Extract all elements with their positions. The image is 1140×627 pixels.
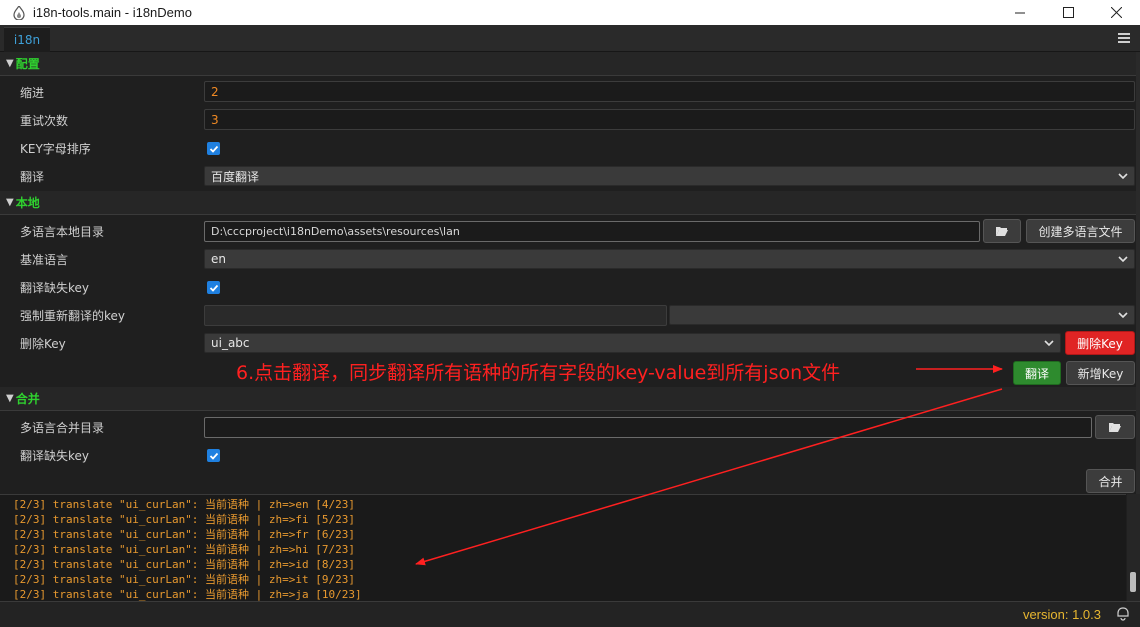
chevron-down-icon	[1044, 340, 1054, 347]
tab-bar: i18n	[0, 25, 1140, 52]
merge-dir-label: 多语言合并目录	[20, 421, 105, 435]
section-merge-title: 合并	[15, 392, 40, 406]
translate-button[interactable]: 翻译	[1013, 361, 1061, 385]
close-button[interactable]	[1092, 0, 1140, 25]
browse-local-dir-button[interactable]	[983, 219, 1021, 243]
status-footer: version: 1.0.3	[0, 601, 1140, 627]
folder-open-icon	[996, 227, 1008, 236]
indent-label: 缩进	[20, 86, 45, 100]
force-key-input[interactable]	[204, 305, 667, 326]
log-scrollbar-thumb[interactable]	[1130, 572, 1136, 592]
window-titlebar: i18n-tools.main - i18nDemo	[0, 0, 1140, 25]
folder-open-icon	[1109, 423, 1121, 432]
log-line: [2/3] translate "ui_curLan": 当前语种 | zh=>…	[13, 543, 356, 556]
retry-label: 重试次数	[20, 114, 69, 128]
section-local-header[interactable]: ▼ 本地	[0, 191, 1136, 215]
section-config-title: 配置	[15, 57, 40, 71]
force-key-select[interactable]	[669, 305, 1135, 325]
add-key-button[interactable]: 新增Key	[1066, 361, 1135, 385]
log-line: [2/3] translate "ui_curLan": 当前语种 | zh=>…	[13, 498, 356, 511]
chevron-down-icon	[1118, 312, 1128, 319]
log-line: [2/3] translate "ui_curLan": 当前语种 | zh=>…	[13, 528, 356, 541]
menu-icon[interactable]	[1118, 33, 1130, 44]
minimize-button[interactable]	[996, 0, 1044, 25]
create-lang-files-button[interactable]: 创建多语言文件	[1026, 219, 1135, 243]
sort-label: KEY字母排序	[20, 142, 91, 156]
indent-input[interactable]: 2	[204, 81, 1135, 102]
section-merge-header[interactable]: ▼ 合并	[0, 387, 1136, 411]
missing-key-label: 翻译缺失key	[20, 281, 90, 295]
merge-missing-key-checkbox[interactable]	[207, 449, 220, 462]
browse-merge-dir-button[interactable]	[1095, 415, 1135, 439]
close-icon	[1110, 7, 1122, 18]
minimize-icon	[1014, 12, 1025, 14]
delete-key-value: ui_abc	[211, 336, 250, 350]
log-line: [2/3] translate "ui_curLan": 当前语种 | zh=>…	[13, 588, 362, 601]
log-line: [2/3] translate "ui_curLan": 当前语种 | zh=>…	[13, 513, 356, 526]
base-lang-label: 基准语言	[20, 253, 69, 267]
tab-i18n[interactable]: i18n	[4, 27, 50, 52]
merge-button[interactable]: 合并	[1086, 469, 1135, 493]
log-line: [2/3] translate "ui_curLan": 当前语种 | zh=>…	[13, 573, 356, 586]
chevron-down-icon	[1118, 173, 1128, 180]
checkmark-icon	[209, 145, 218, 153]
translate-engine-select[interactable]: 百度翻译	[204, 166, 1135, 186]
tutorial-annotation: 6.点击翻译，同步翻译所有语种的所有字段的key-value到所有json文件	[236, 362, 841, 384]
sort-checkbox[interactable]	[207, 142, 220, 155]
delete-key-button[interactable]: 删除Key	[1065, 331, 1135, 355]
delete-key-select[interactable]: ui_abc	[204, 333, 1061, 353]
base-lang-select[interactable]: en	[204, 249, 1135, 269]
missing-key-checkbox[interactable]	[207, 281, 220, 294]
window-title: i18n-tools.main - i18nDemo	[33, 5, 192, 20]
resize-grip-icon[interactable]	[1116, 607, 1130, 621]
maximize-button[interactable]	[1044, 0, 1092, 25]
retry-input[interactable]: 3	[204, 109, 1135, 130]
maximize-icon	[1062, 7, 1074, 18]
caret-down-icon: ▼	[6, 393, 14, 404]
translate-engine-value: 百度翻译	[211, 169, 260, 184]
local-dir-input[interactable]: D:\cccproject\i18nDemo\assets\resources\…	[204, 221, 980, 242]
merge-dir-input[interactable]	[204, 417, 1092, 438]
translate-engine-label: 翻译	[20, 170, 45, 184]
section-local-title: 本地	[15, 196, 40, 210]
base-lang-value: en	[211, 252, 226, 266]
chevron-down-icon	[1118, 256, 1128, 263]
local-dir-label: 多语言本地目录	[20, 225, 105, 239]
log-output: [2/3] translate "ui_curLan": 当前语种 | zh=>…	[0, 494, 1126, 601]
app-icon	[13, 5, 25, 20]
log-scrollbar[interactable]	[1127, 494, 1140, 601]
merge-missing-key-label: 翻译缺失key	[20, 449, 90, 463]
caret-down-icon: ▼	[6, 197, 14, 208]
log-line: [2/3] translate "ui_curLan": 当前语种 | zh=>…	[13, 558, 356, 571]
section-config-header[interactable]: ▼ 配置	[0, 52, 1136, 76]
checkmark-icon	[209, 284, 218, 292]
checkmark-icon	[209, 452, 218, 460]
force-key-label: 强制重新翻译的key	[20, 309, 126, 323]
panel-edge	[1136, 52, 1140, 494]
version-label: version: 1.0.3	[1022, 607, 1101, 622]
delete-key-label: 删除Key	[20, 337, 66, 351]
caret-down-icon: ▼	[6, 58, 14, 69]
